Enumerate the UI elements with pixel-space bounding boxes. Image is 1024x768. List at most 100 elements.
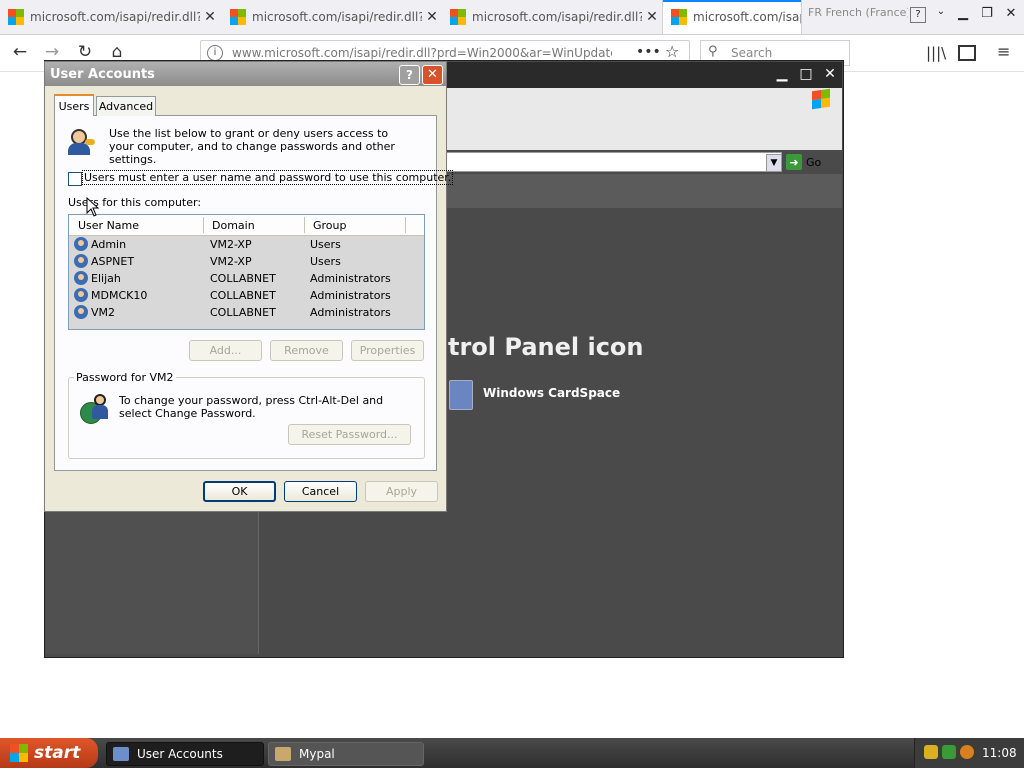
browser-tab-2[interactable]: microsoft.com/isapi/redir.dll?prd= ✕ xyxy=(222,0,442,34)
require-password-checkbox[interactable] xyxy=(68,172,82,186)
table-row[interactable]: VM2 COLLABNET Administrators xyxy=(69,304,424,321)
cell-user-name: MDMCK10 xyxy=(91,289,148,302)
go-button[interactable]: ➜ Go xyxy=(786,152,840,172)
minimize-icon[interactable]: ▁ xyxy=(772,66,792,84)
users-keys-icon xyxy=(67,127,95,155)
browser-tab-3[interactable]: microsoft.com/isapi/redir.dll?prd= ✕ xyxy=(442,0,662,34)
close-icon[interactable]: ✕ xyxy=(820,66,840,84)
arrow-left-icon[interactable]: ← xyxy=(8,42,32,62)
column-header-user-name[interactable]: User Name xyxy=(78,219,139,232)
close-tab-icon[interactable]: ✕ xyxy=(200,9,220,25)
go-label: Go xyxy=(806,155,822,169)
taskbar-item-mypal[interactable]: Mypal xyxy=(268,742,424,766)
remove-user-button[interactable]: Remove xyxy=(270,340,343,361)
table-row[interactable]: Elijah COLLABNET Administrators xyxy=(69,270,424,287)
reset-password-button[interactable]: Reset Password... xyxy=(288,424,411,445)
microsoft-logo-icon xyxy=(671,9,687,25)
restore-icon[interactable]: ❐ xyxy=(976,6,998,21)
cell-user-name: VM2 xyxy=(91,306,116,319)
taskbar-item-label: Mypal xyxy=(299,747,335,761)
browser-tab-1[interactable]: microsoft.com/isapi/redir.dll?prd= ✕ xyxy=(0,0,220,34)
cardspace-link[interactable]: Windows CardSpace xyxy=(483,386,620,400)
maximize-icon[interactable]: □ xyxy=(796,66,816,84)
column-divider[interactable] xyxy=(304,217,305,233)
cell-group: Users xyxy=(310,238,341,251)
tab-title: microsoft.com/isapi/redir.dll?prd= xyxy=(252,10,422,24)
search-icon: ⚲ xyxy=(708,44,718,59)
windows-logo-icon xyxy=(812,88,830,110)
add-user-button[interactable]: Add... xyxy=(189,340,262,361)
clock[interactable]: 11:08 xyxy=(982,746,1017,760)
background-heading: trol Panel icon xyxy=(448,333,644,361)
column-divider[interactable] xyxy=(405,217,406,233)
browser-tab-4-active[interactable]: microsoft.com/isapi/redir.dll?prd= xyxy=(662,0,802,34)
tab-title: microsoft.com/isapi/redir.dll?prd= xyxy=(30,10,200,24)
star-icon[interactable]: ☆ xyxy=(665,42,679,61)
table-row[interactable]: ASPNET VM2-XP Users xyxy=(69,253,424,270)
network-icon[interactable] xyxy=(942,745,956,759)
close-window-icon[interactable]: ✕ xyxy=(1000,6,1022,21)
column-divider[interactable] xyxy=(203,217,204,233)
user-icon xyxy=(74,288,88,302)
help-button[interactable]: ? xyxy=(399,65,420,85)
cell-domain: COLLABNET xyxy=(210,272,276,285)
cell-domain: COLLABNET xyxy=(210,306,276,319)
background-left-pane xyxy=(46,512,259,654)
cardspace-icon[interactable] xyxy=(449,380,473,410)
cell-user-name: Admin xyxy=(91,238,127,251)
column-header-group[interactable]: Group xyxy=(313,219,347,232)
security-shield-icon[interactable] xyxy=(924,745,938,759)
require-password-label[interactable]: Users must enter a user name and passwor… xyxy=(81,170,454,185)
table-row[interactable]: MDMCK10 COLLABNET Administrators xyxy=(69,287,424,304)
table-row[interactable]: Admin VM2-XP Users xyxy=(69,236,424,253)
user-globe-icon xyxy=(80,394,108,424)
minimize-icon[interactable]: ▁ xyxy=(952,6,974,21)
microsoft-logo-icon xyxy=(450,9,466,25)
close-tab-icon[interactable]: ✕ xyxy=(422,9,442,25)
column-header-domain[interactable]: Domain xyxy=(212,219,255,232)
user-icon xyxy=(74,305,88,319)
hamburger-icon[interactable]: ≡ xyxy=(997,42,1010,61)
tab-users[interactable]: Users xyxy=(54,94,94,116)
close-tab-icon[interactable]: ✕ xyxy=(642,9,662,25)
taskbar-item-label: User Accounts xyxy=(137,747,223,761)
reload-icon[interactable]: ↻ xyxy=(73,42,97,62)
more-icon[interactable]: ••• xyxy=(636,44,661,60)
tab-advanced[interactable]: Advanced xyxy=(96,96,156,116)
cell-group: Administrators xyxy=(310,306,391,319)
library-icon[interactable]: |||\ xyxy=(926,44,946,62)
background-address-bar[interactable] xyxy=(446,152,782,172)
properties-button[interactable]: Properties xyxy=(351,340,424,361)
cancel-button[interactable]: Cancel xyxy=(284,481,357,502)
cell-group: Administrators xyxy=(310,272,391,285)
user-icon xyxy=(74,237,88,251)
windows-logo-icon xyxy=(10,744,28,762)
home-icon[interactable]: ⌂ xyxy=(105,42,129,62)
chevron-down-icon[interactable]: ▼ xyxy=(766,154,782,172)
help-icon[interactable]: ? xyxy=(910,7,926,23)
cell-domain: COLLABNET xyxy=(210,289,276,302)
cell-domain: VM2-XP xyxy=(210,238,252,251)
mypal-icon xyxy=(275,747,291,761)
background-window-toolbar xyxy=(446,88,842,150)
ok-button[interactable]: OK xyxy=(203,481,276,502)
mouse-cursor-icon xyxy=(86,197,100,217)
arrow-right-icon[interactable]: → xyxy=(40,42,64,62)
sidebar-icon[interactable] xyxy=(958,45,976,61)
chevron-down-icon[interactable]: ⌄ xyxy=(930,6,952,17)
intro-text: Use the list below to grant or deny user… xyxy=(109,127,395,166)
start-label: start xyxy=(34,743,81,763)
url-text[interactable]: www.microsoft.com/isapi/redir.dll?prd=Wi… xyxy=(232,46,612,60)
search-tray-icon[interactable] xyxy=(960,745,974,759)
user-icon xyxy=(74,254,88,268)
microsoft-logo-icon xyxy=(230,9,246,25)
close-button[interactable]: ✕ xyxy=(422,65,443,85)
apply-button[interactable]: Apply xyxy=(365,481,438,502)
password-group-title: Password for VM2 xyxy=(74,371,176,384)
taskbar-item-user-accounts[interactable]: User Accounts xyxy=(106,742,264,766)
language-indicator[interactable]: FR French (France) xyxy=(808,6,908,19)
cell-user-name: ASPNET xyxy=(91,255,135,268)
background-banner xyxy=(446,174,842,208)
info-icon[interactable]: i xyxy=(207,45,223,61)
start-button[interactable]: start xyxy=(0,738,98,768)
